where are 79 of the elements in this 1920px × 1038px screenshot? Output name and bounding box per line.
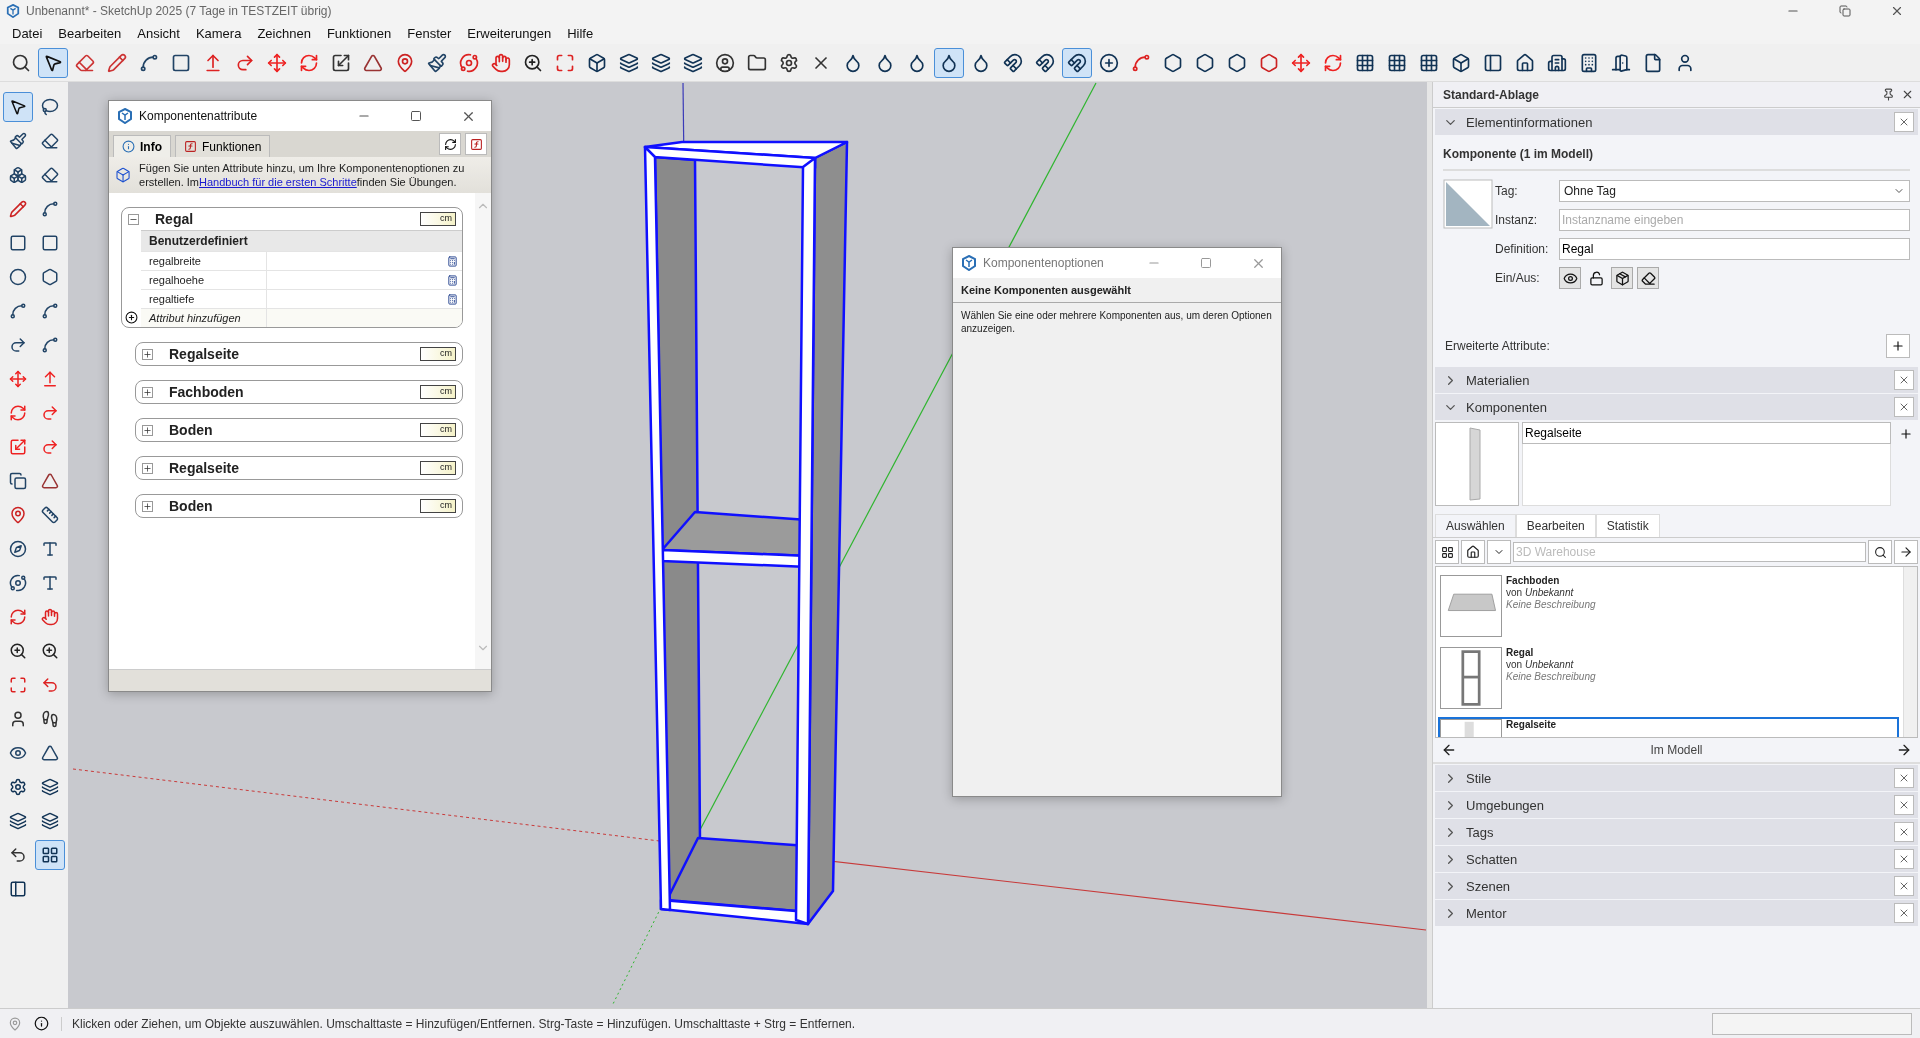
dialog-title: Komponentenoptionen bbox=[983, 256, 1105, 270]
group-name: Boden bbox=[168, 498, 214, 514]
tab[interactable]: Funktionen bbox=[175, 135, 271, 157]
window-title: Unbenannt* - SketchUp 2025 (7 Tage in TESTZEIT übrig) bbox=[26, 4, 333, 18]
panel-title: Umgebungen bbox=[1466, 797, 1546, 813]
panel-header[interactable]: Schatten bbox=[1435, 846, 1918, 872]
panel-title: Elementinformationen bbox=[1466, 114, 1594, 130]
attribute-name: regalbreite bbox=[141, 251, 266, 270]
menu-item[interactable]: Fenster bbox=[399, 22, 460, 44]
tab[interactable]: Info bbox=[113, 135, 171, 157]
section-heading: Benutzerdefiniert bbox=[141, 231, 462, 251]
component-heading: Komponente (1 im Modell) bbox=[1443, 141, 1910, 171]
unit-badge[interactable]: cm bbox=[420, 347, 456, 361]
collection-title: Im Modell bbox=[1650, 743, 1703, 757]
advanced-attributes-label: Erweiterte Attribute: bbox=[1444, 339, 1550, 353]
component-author: von Unbekannt bbox=[1506, 659, 1575, 670]
component-name: Fachboden bbox=[1506, 575, 1561, 586]
panel-title: Tags bbox=[1466, 824, 1495, 840]
help-link[interactable]: Handbuch für die ersten Schritte bbox=[199, 176, 357, 188]
panel-header[interactable]: Umgebungen bbox=[1435, 792, 1918, 818]
menu-item[interactable]: Hilfe bbox=[559, 22, 602, 44]
panel-header[interactable]: Elementinformationen bbox=[1435, 109, 1918, 135]
tab[interactable]: Auswählen bbox=[1435, 514, 1516, 537]
panel-header[interactable]: Komponenten bbox=[1435, 394, 1918, 420]
menu-item[interactable]: Bearbeiten bbox=[50, 22, 130, 44]
tray-title: Standard-Ablage bbox=[1443, 87, 1540, 102]
group-name: Boden bbox=[168, 422, 214, 438]
unit-badge[interactable]: cm bbox=[420, 461, 456, 475]
component-item[interactable]: Fachboden von Unbekannt Keine Beschreibung bbox=[1438, 573, 1899, 639]
component-item[interactable]: Regal von Unbekannt Keine Beschreibung bbox=[1438, 645, 1899, 711]
add-attribute-link[interactable]: Attribut hinzufügen bbox=[141, 308, 266, 327]
unit-badge[interactable]: cm bbox=[420, 212, 456, 226]
menu-item[interactable]: Datei bbox=[4, 22, 51, 44]
panel-title: Stile bbox=[1466, 770, 1493, 786]
panel-title: Komponenten bbox=[1466, 399, 1548, 415]
panel-title: Materialien bbox=[1466, 372, 1531, 388]
panel-title: Mentor bbox=[1466, 905, 1508, 921]
search-field[interactable]: 3D Warehouse bbox=[1513, 542, 1866, 562]
dialog-message: Wählen Sie eine oder mehrere Komponenten aus, um deren Optionen anzuzeigen. bbox=[953, 303, 1281, 341]
attribute-name: regaltiefe bbox=[141, 289, 266, 308]
component-name: Regalseite bbox=[1506, 719, 1557, 730]
dialog-title: Komponentenattribute bbox=[139, 109, 259, 123]
field-label: Tag: bbox=[1494, 184, 1519, 198]
unit-badge[interactable]: cm bbox=[420, 499, 456, 513]
dialog-heading: Keine Komponenten ausgewählt bbox=[953, 278, 1281, 303]
panel-header[interactable]: Szenen bbox=[1435, 873, 1918, 899]
definition-field[interactable]: Regal bbox=[1559, 238, 1910, 260]
unit-badge[interactable]: cm bbox=[420, 423, 456, 437]
status-text: Klicken oder Ziehen, um Objekte auszuwählen. Umschalttaste = Hinzufügen/Entfernen. Strg-Taste = Hinzufügen. Umschalttaste + Strg = Entfernen. bbox=[61, 1016, 1700, 1031]
panel-title: Schatten bbox=[1466, 851, 1519, 867]
tag-dropdown[interactable]: Ohne Tag bbox=[1559, 180, 1910, 202]
component-description: Keine Beschreibung bbox=[1506, 671, 1596, 682]
tab[interactable]: Bearbeiten bbox=[1515, 514, 1596, 537]
component-name: Regal bbox=[1506, 647, 1535, 658]
unit-badge[interactable]: cm bbox=[420, 385, 456, 399]
menu-item[interactable]: Zeichnen bbox=[249, 22, 319, 44]
group-name: Regalseite bbox=[168, 346, 241, 362]
menu-item[interactable]: Erweiterungen bbox=[459, 22, 560, 44]
component-description: Keine Beschreibung bbox=[1506, 599, 1596, 610]
group-name: Fachboden bbox=[168, 384, 245, 400]
panel-header[interactable]: Tags bbox=[1435, 819, 1918, 845]
info-text: Fügen Sie unten Attribute hinzu, um Ihre Komponentenoptionen zu erstellen. ImHandbuch für die ersten Schrittefinden Sie Übungen. bbox=[139, 161, 466, 189]
component-name-field[interactable]: Regalseite bbox=[1522, 422, 1891, 444]
tab[interactable]: Statistik bbox=[1595, 514, 1660, 537]
field-label: Ein/Aus: bbox=[1494, 271, 1541, 285]
field-label: Definition: bbox=[1494, 242, 1550, 256]
group-name: Regal bbox=[154, 211, 195, 227]
instance-field[interactable]: Instanzname eingeben bbox=[1559, 209, 1910, 231]
attribute-name: regalhoehe bbox=[141, 270, 266, 289]
menu-item[interactable]: Ansicht bbox=[129, 22, 188, 44]
menu-item[interactable]: Funktionen bbox=[318, 22, 400, 44]
panel-header[interactable]: Stile bbox=[1435, 765, 1918, 791]
panel-header[interactable]: Mentor bbox=[1435, 900, 1918, 926]
field-label: Instanz: bbox=[1494, 213, 1539, 227]
menu-item[interactable]: Kamera bbox=[187, 22, 250, 44]
panel-title: Szenen bbox=[1466, 878, 1512, 894]
group-name: Regalseite bbox=[168, 460, 241, 476]
component-author: von Unbekannt bbox=[1506, 587, 1575, 598]
panel-header[interactable]: Materialien bbox=[1435, 367, 1918, 393]
